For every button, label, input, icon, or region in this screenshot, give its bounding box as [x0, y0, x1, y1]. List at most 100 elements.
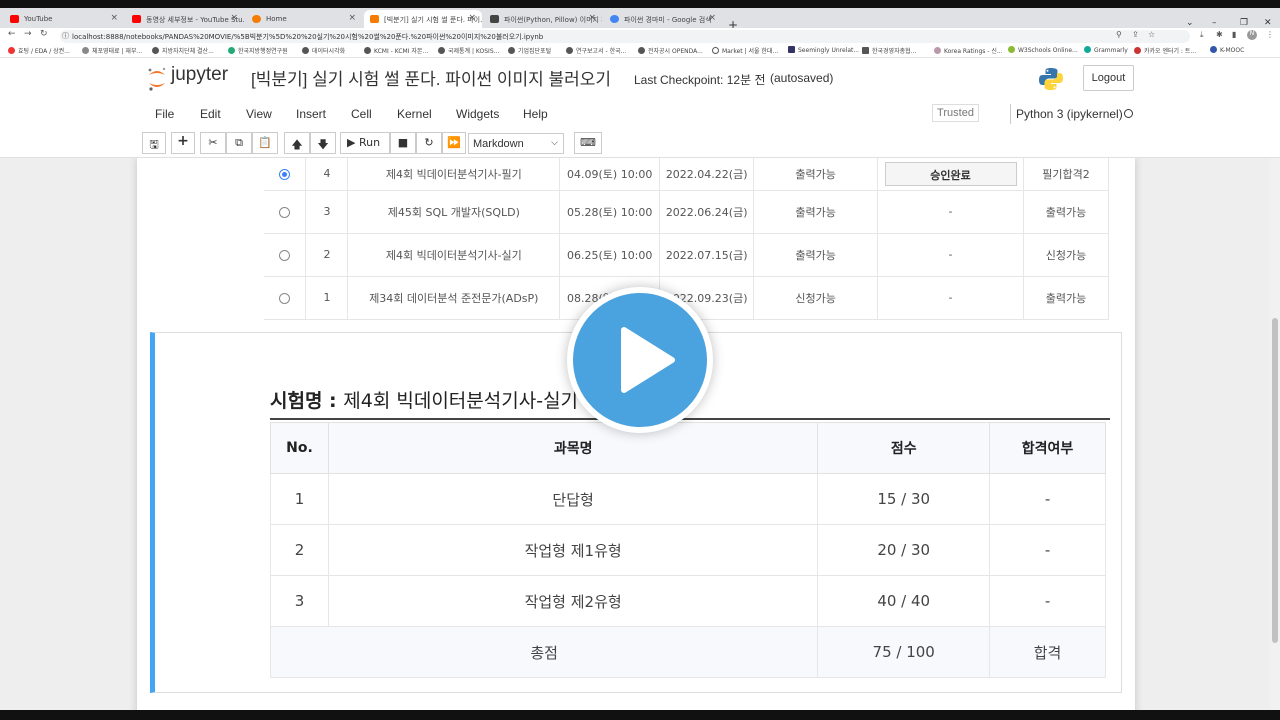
run-label: Run — [358, 136, 381, 149]
close-window-icon[interactable]: ✕ — [1264, 18, 1272, 28]
bookmark-item[interactable]: Seemingly Unrelat... — [788, 46, 859, 54]
extensions-icon[interactable]: ✱ — [1216, 30, 1223, 39]
radio-button[interactable] — [279, 249, 291, 261]
result-date: 2022.07.15(금) — [659, 233, 755, 277]
play-button[interactable] — [567, 287, 713, 433]
bookmark-item[interactable]: 한국경영자총협... — [862, 46, 916, 55]
close-icon[interactable]: × — [468, 13, 476, 23]
approved-button[interactable]: 승인완료 — [884, 161, 1017, 186]
notebook-title[interactable]: [빅분기] 실기 시험 썰 푼다. 파이썬 이미지 불러오기 — [251, 65, 611, 90]
keyboard-icon[interactable]: ⌨ — [574, 132, 602, 154]
bookmark-item[interactable]: 연구보고서 - 한국... — [566, 46, 626, 55]
subject-name: 작업형 제2유형 — [327, 575, 819, 627]
checkpoint-status: Last Checkpoint: 12분 전 — [634, 73, 766, 87]
browser-tab-active[interactable]: [빅분기] 실기 시험 썰 푼다. 파이... × — [364, 10, 482, 28]
browser-tab[interactable]: YouTube × — [4, 10, 124, 28]
download-icon[interactable]: ⤓ — [1200, 30, 1204, 40]
zoom-icon[interactable]: ⚲ — [1116, 30, 1122, 39]
menu-insert[interactable]: Insert — [296, 107, 326, 121]
save-icon[interactable]: 🖫 — [142, 132, 166, 154]
move-down-icon[interactable]: 🡇 — [310, 132, 336, 154]
tab-label: 파이썬(Python, Pillow) 이미지 파... — [504, 16, 602, 24]
restart-run-all-icon[interactable]: ⏩ — [442, 132, 466, 154]
menu-file[interactable]: File — [155, 107, 174, 121]
url-field[interactable]: ⓘ localhost:8888/notebooks/PANDAS%20MOVI… — [60, 30, 1190, 43]
back-icon[interactable]: ← — [8, 29, 16, 39]
bookmark-item[interactable]: W3Schools Online... — [1008, 46, 1078, 54]
browser-tab[interactable]: 동영상 세부정보 - YouTube Stu... × — [126, 10, 244, 28]
menu-view[interactable]: View — [246, 107, 272, 121]
bookmark-item[interactable]: 한국지방행정연구원 — [228, 46, 288, 55]
radio-button[interactable] — [279, 292, 291, 304]
reload-icon[interactable]: ↻ — [40, 29, 48, 39]
cell-type-select[interactable]: Markdown ⌵ — [468, 133, 564, 154]
forward-icon[interactable]: → — [24, 29, 32, 39]
action-text: - — [877, 233, 1025, 277]
jupyter-icon — [370, 15, 379, 23]
move-up-icon[interactable]: 🡅 — [284, 132, 310, 154]
share-icon[interactable]: ⇪ — [1132, 30, 1139, 39]
exam-date: 05.28(토) 10:00 — [559, 190, 661, 234]
menu-kernel[interactable]: Kernel — [397, 107, 432, 121]
run-button[interactable]: ▶ Run — [340, 132, 390, 154]
bookmark-item[interactable]: 지방자치단체 결산... — [152, 46, 214, 55]
pass-status: - — [989, 575, 1106, 627]
bookmark-item[interactable]: Grammarly — [1084, 46, 1128, 54]
bookmark-item[interactable]: K-MOOC — [1210, 46, 1244, 54]
bookmark-item[interactable]: 기업집단포털 — [508, 46, 551, 55]
radio-button[interactable] — [279, 168, 291, 180]
browser-tab[interactable]: 파이썬(Python, Pillow) 이미지 파... × — [484, 10, 602, 28]
bookmark-item[interactable]: KCMI - KCMI 자본... — [364, 46, 428, 55]
table-row: 3 작업형 제2유형 40 / 40 - — [270, 575, 1106, 627]
menu-edit[interactable]: Edit — [200, 107, 221, 121]
bookmark-item[interactable]: Korea Ratings - 신... — [934, 46, 1003, 55]
close-icon[interactable]: × — [230, 13, 238, 23]
logout-button[interactable]: Logout — [1083, 65, 1134, 91]
sidebar-icon[interactable]: ▮ — [1232, 30, 1236, 39]
radio-button[interactable] — [279, 206, 291, 218]
address-bar-row: ← → ↻ ⓘ localhost:8888/notebooks/PANDAS%… — [0, 28, 1280, 44]
scrollbar-thumb[interactable] — [1272, 318, 1278, 643]
stop-icon[interactable]: ■ — [390, 132, 416, 154]
menu-widgets[interactable]: Widgets — [456, 107, 499, 121]
menu-help[interactable]: Help — [523, 107, 548, 121]
kernel-name[interactable]: Python 3 (ipykernel) — [1010, 104, 1123, 124]
restart-icon[interactable]: ↻ — [416, 132, 442, 154]
close-icon[interactable]: × — [588, 13, 596, 23]
star-icon[interactable]: ☆ — [1148, 30, 1155, 39]
table-row: 1 단답형 15 / 30 - — [270, 473, 1106, 525]
minimize-icon[interactable]: – — [1212, 18, 1217, 28]
status-text: 출력가능 — [753, 190, 879, 234]
bookmark-item[interactable]: Market | 서울 한대... — [712, 46, 778, 55]
bookmark-item[interactable]: 체포영태료 | 재부... — [82, 46, 142, 55]
copy-icon[interactable]: ⧉ — [226, 132, 252, 154]
column-header: 과목명 — [327, 422, 819, 474]
close-icon[interactable]: × — [708, 13, 716, 23]
action-text: - — [877, 190, 1025, 234]
jupyter-logo-icon[interactable] — [146, 66, 168, 92]
table-row[interactable]: 3 제45회 SQL 개발자(SQLD) 05.28(토) 10:00 2022… — [264, 190, 1109, 234]
add-cell-icon[interactable]: + — [171, 132, 195, 154]
table-row[interactable]: 2 제4회 빅데이터분석기사-실기 06.25(토) 10:00 2022.07… — [264, 233, 1109, 277]
more-icon[interactable]: ⋮ — [1266, 30, 1274, 39]
chevron-down-icon[interactable]: ⌄ — [1186, 18, 1194, 28]
trusted-badge[interactable]: Trusted — [932, 104, 979, 122]
close-icon[interactable]: × — [110, 13, 118, 23]
restore-icon[interactable]: ❐ — [1240, 18, 1248, 28]
bookmark-item[interactable]: 카카오 엔터기 : 트... — [1134, 46, 1196, 55]
paste-icon[interactable]: 📋 — [252, 132, 278, 154]
bookmark-item[interactable]: 국제통계 | KOSIS... — [438, 46, 499, 55]
browser-tab[interactable]: Home × — [246, 10, 362, 28]
table-row[interactable]: 4 제4회 빅데이터분석기사-필기 04.09(토) 10:00 2022.04… — [264, 158, 1109, 191]
cut-icon[interactable]: ✂ — [200, 132, 226, 154]
bookmark-item[interactable]: 효팅 / EDA / 상권... — [8, 46, 70, 55]
exam-name: 제34회 데이터분석 준전문가(ADsP) — [347, 276, 561, 320]
bookmark-item[interactable]: 데이터시각화 — [302, 46, 345, 55]
jupyter-wordmark[interactable]: jupyter — [171, 64, 228, 86]
menu-cell[interactable]: Cell — [351, 107, 372, 121]
avatar[interactable]: N — [1247, 30, 1257, 40]
bookmark-item[interactable]: 전자공시 OPENDA... — [638, 46, 703, 55]
pass-status: - — [989, 524, 1106, 576]
close-icon[interactable]: × — [348, 13, 356, 23]
browser-tab[interactable]: 파이썬 경마미 - Google 검색 × — [604, 10, 722, 28]
